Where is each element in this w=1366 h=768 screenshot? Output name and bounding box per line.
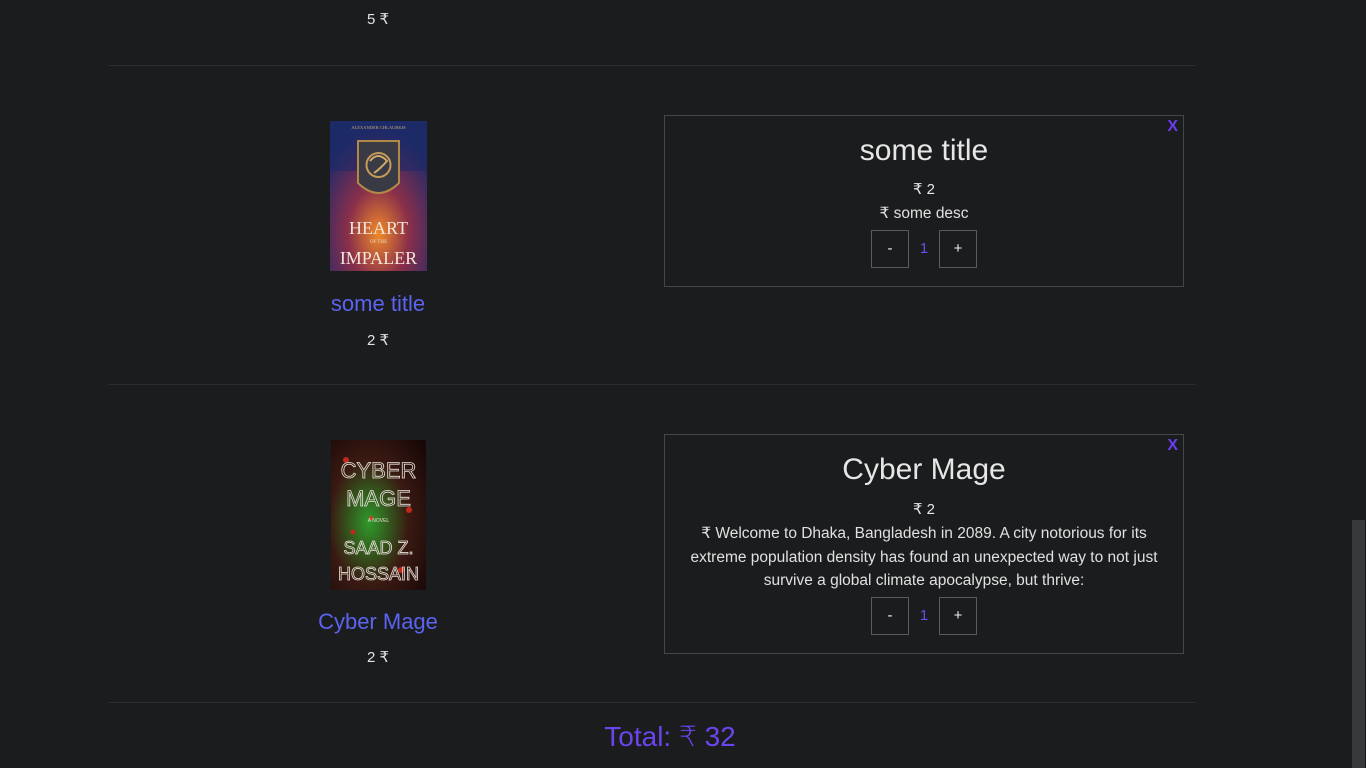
scrollbar-thumb[interactable]	[1352, 520, 1365, 768]
divider	[108, 702, 1196, 703]
cart-page: 5 ₹ ALEXANDER CHLAURKIS HEART OF THE IMP…	[0, 0, 1351, 768]
product-title-link[interactable]: Cyber Mage	[228, 609, 528, 635]
increase-quantity-button[interactable]: +	[939, 229, 977, 268]
svg-text:HEART: HEART	[349, 218, 408, 238]
cart-item-card: X some title ₹ 2 ₹ some desc - 1 +	[664, 115, 1184, 287]
divider	[108, 384, 1196, 385]
quantity-stepper: - 1 +	[665, 596, 1183, 635]
divider	[108, 65, 1196, 66]
book-cover-image[interactable]: ALEXANDER CHLAURKIS HEART OF THE IMPALER	[329, 121, 427, 271]
product-price: 2 ₹	[366, 649, 390, 666]
svg-text:A NOVEL: A NOVEL	[367, 518, 389, 524]
remove-item-button[interactable]: X	[1167, 437, 1178, 455]
cart-item-product: CYBER MAGE A NOVEL SAAD Z. HOSSAIN Cyber…	[228, 440, 528, 666]
card-description: ₹ Welcome to Dhaka, Bangladesh in 2089. …	[690, 525, 1158, 589]
svg-text:MAGE: MAGE	[346, 486, 411, 511]
card-title: Cyber Mage	[842, 453, 1006, 486]
svg-text:OF THE: OF THE	[369, 240, 386, 245]
increase-quantity-button[interactable]: +	[939, 596, 977, 635]
svg-text:ALEXANDER CHLAURKIS: ALEXANDER CHLAURKIS	[351, 125, 406, 130]
svg-text:IMPALER: IMPALER	[339, 248, 416, 268]
svg-text:HOSSAIN: HOSSAIN	[337, 564, 418, 584]
card-title: some title	[859, 134, 989, 167]
decrease-quantity-button[interactable]: -	[871, 596, 909, 635]
svg-text:SAAD Z.: SAAD Z.	[343, 538, 413, 558]
product-price: 2 ₹	[366, 332, 390, 349]
book-cover-image[interactable]: CYBER MAGE A NOVEL SAAD Z. HOSSAIN	[330, 440, 426, 590]
quantity-value: 1	[919, 607, 929, 624]
cart-item-card: X Cyber Mage ₹ 2 ₹ Welcome to Dhaka, Ban…	[664, 434, 1184, 654]
card-description: ₹ some desc	[879, 205, 969, 222]
product-title-link[interactable]: some title	[228, 291, 528, 317]
cart-total: Total: ₹ 32	[604, 721, 736, 752]
scrollbar[interactable]	[1351, 0, 1366, 768]
cart-item-product: ALEXANDER CHLAURKIS HEART OF THE IMPALER…	[228, 121, 528, 349]
previous-item-price: 5 ₹	[366, 11, 390, 28]
card-price: ₹ 2	[912, 501, 936, 518]
remove-item-button[interactable]: X	[1167, 118, 1178, 136]
quantity-value: 1	[919, 240, 929, 257]
quantity-stepper: - 1 +	[665, 229, 1183, 268]
card-price: ₹ 2	[912, 181, 936, 198]
svg-text:CYBER: CYBER	[340, 458, 416, 483]
decrease-quantity-button[interactable]: -	[871, 229, 909, 268]
